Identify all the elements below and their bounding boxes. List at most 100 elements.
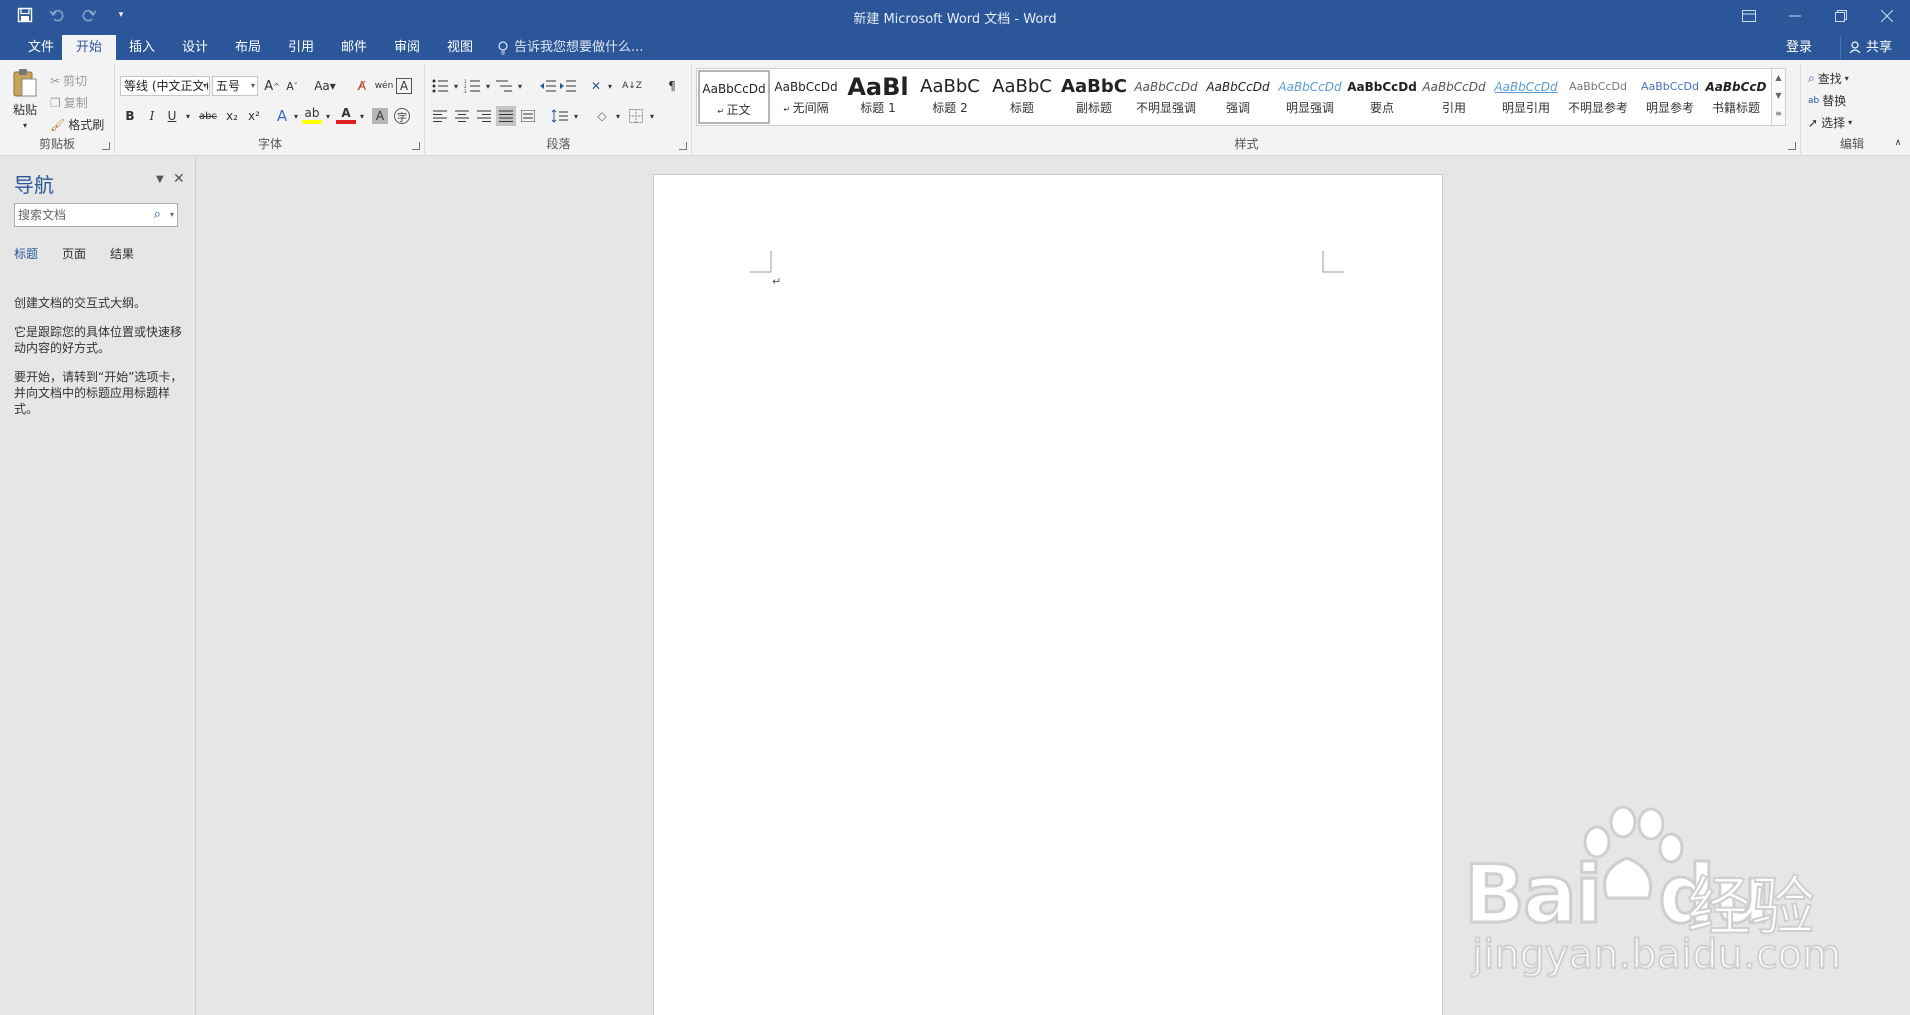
paragraph-launcher-icon[interactable] (679, 142, 687, 150)
italic-button[interactable]: I (142, 106, 162, 126)
chevron-down-icon[interactable]: ▾ (318, 106, 338, 126)
style-quote[interactable]: AaBbCcDd 引用 (1418, 70, 1490, 124)
style-intense-emphasis[interactable]: AaBbCcDd 明显强调 (1274, 70, 1346, 124)
style-emphasis[interactable]: AaBbCcDd 强调 (1202, 70, 1274, 124)
chevron-down-icon[interactable]: ▾ (170, 204, 174, 226)
style-heading-1[interactable]: AaBl 标题 1 (842, 70, 914, 124)
clipboard-label: 剪贴板 (38, 137, 75, 151)
scroll-down-icon[interactable]: ▼ (1772, 87, 1785, 105)
style-sample: AaBbCcDd (1569, 80, 1627, 93)
chevron-down-icon[interactable]: ▾ (510, 76, 530, 96)
tab-home[interactable]: 开始 (62, 35, 117, 60)
character-border-icon[interactable]: A (396, 78, 412, 94)
style-subtitle[interactable]: AaBbC 副标题 (1058, 70, 1130, 124)
paragraph-mark[interactable]: ↵ (772, 275, 781, 288)
style-subtle-reference[interactable]: AaBbCcDd 不明显参考 (1562, 70, 1634, 124)
show-formatting-icon[interactable]: ¶ (662, 76, 682, 96)
chevron-down-icon[interactable]: ▾ (566, 106, 586, 126)
clipboard-launcher-icon[interactable] (102, 142, 110, 150)
change-case-button[interactable]: Aa ▾ (310, 76, 340, 96)
character-shading-icon[interactable]: A (372, 108, 388, 124)
nav-tab-headings[interactable]: 标题 (14, 245, 38, 262)
copy-button[interactable]: ❐ 复制 (50, 94, 88, 111)
chevron-down-icon: ▾ (1844, 74, 1849, 83)
justify-icon[interactable] (496, 106, 516, 126)
font-name-box[interactable]: 等线 (中文正文) ▾ (120, 76, 210, 96)
gallery-more-icon[interactable]: ≡ (1772, 105, 1785, 123)
chevron-down-icon[interactable]: ▼ (156, 174, 164, 185)
minimize-icon[interactable] (1772, 0, 1818, 32)
find-button[interactable]: ⌕ 查找 ▾ (1808, 70, 1849, 87)
collapse-ribbon-icon[interactable]: ∧ (1888, 133, 1908, 153)
nav-search-input[interactable]: 搜索文档 ⌕ ▾ (14, 203, 178, 227)
clipboard-icon (13, 69, 37, 97)
style-strong[interactable]: AaBbCcDd 要点 (1346, 70, 1418, 124)
restore-icon[interactable] (1818, 0, 1864, 32)
superscript-button[interactable]: x² (244, 106, 264, 126)
watermark-brand-1: Bai (1462, 847, 1603, 943)
style-name: 不明显强调 (1135, 101, 1196, 115)
subscript-button[interactable]: x₂ (222, 106, 242, 126)
style-heading-2[interactable]: AaBbC 标题 2 (914, 70, 986, 124)
style-intense-reference[interactable]: AaBbCcDd 明显参考 (1634, 70, 1706, 124)
tab-view[interactable]: 视图 (433, 35, 487, 60)
tab-layout[interactable]: 布局 (221, 35, 275, 60)
clear-formatting-icon[interactable]: A̸ (352, 76, 372, 96)
styles-launcher-icon[interactable] (1788, 142, 1796, 150)
tab-references[interactable]: 引用 (274, 35, 328, 60)
style-no-spacing[interactable]: AaBbCcDd ↵ 无间隔 (770, 70, 842, 124)
nav-tab-pages[interactable]: 页面 (62, 245, 86, 262)
nav-help-1: 创建文档的交互式大纲。 (14, 296, 147, 310)
tab-insert[interactable]: 插入 (115, 35, 169, 60)
strikethrough-button[interactable]: abc (196, 106, 220, 126)
grow-font-icon[interactable]: A ^ (262, 76, 282, 96)
phonetic-guide-icon[interactable]: wén (374, 76, 394, 96)
bold-button[interactable]: B (120, 106, 140, 126)
chevron-down-icon[interactable]: ▾ (608, 106, 628, 126)
gallery-scrollbar[interactable]: ▲ ▼ ≡ (1771, 69, 1785, 125)
align-right-icon[interactable] (474, 106, 494, 126)
cut-button[interactable]: ✂ 剪切 (50, 72, 87, 89)
tell-me-box[interactable]: 告诉我您想要做什么... (498, 35, 643, 60)
search-icon[interactable]: ⌕ (154, 204, 161, 226)
style-title[interactable]: AaBbC 标题 (986, 70, 1058, 124)
share-button[interactable]: 共享 (1839, 36, 1900, 59)
increase-indent-icon[interactable] (558, 76, 578, 96)
baidu-watermark: Bai du 经验 jingyan.baidu.com (1462, 800, 1842, 980)
tab-design[interactable]: 设计 (168, 35, 222, 60)
chevron-down-icon[interactable]: ▾ (642, 106, 662, 126)
align-center-icon[interactable] (452, 106, 472, 126)
document-page[interactable]: ↵ (653, 174, 1443, 1015)
scroll-up-icon[interactable]: ▲ (1772, 69, 1785, 87)
ribbon-display-icon[interactable] (1726, 0, 1772, 32)
style-normal[interactable]: AaBbCcDd ↵ 正文 (698, 70, 770, 124)
login-link[interactable]: 登录 (1786, 35, 1812, 60)
font-size-value: 五号 (216, 79, 241, 93)
tab-mailings[interactable]: 邮件 (327, 35, 381, 60)
shrink-font-icon[interactable]: Aˇ (282, 76, 302, 96)
nav-tab-results[interactable]: 结果 (110, 245, 134, 262)
style-name: 标题 2 (932, 101, 968, 115)
paste-dropdown-icon: ▾ (22, 121, 27, 130)
tab-review[interactable]: 审阅 (380, 35, 434, 60)
chevron-down-icon[interactable]: ▾ (352, 106, 372, 126)
close-icon[interactable] (1864, 0, 1910, 32)
style-subtle-emphasis[interactable]: AaBbCcDd 不明显强调 (1130, 70, 1202, 124)
chevron-down-icon[interactable]: ▾ (600, 76, 620, 96)
font-launcher-icon[interactable] (412, 142, 420, 150)
sort-icon[interactable]: A↓Z (622, 76, 642, 96)
align-left-icon[interactable] (430, 106, 450, 126)
decrease-indent-icon[interactable] (538, 76, 558, 96)
select-button[interactable]: ➚ 选择 ▾ (1808, 114, 1852, 131)
font-size-box[interactable]: 五号 ▾ (212, 76, 258, 96)
underline-dropdown-icon[interactable]: ▾ (178, 106, 198, 126)
style-intense-quote[interactable]: AaBbCcDd 明显引用 (1490, 70, 1562, 124)
paste-button[interactable]: 粘贴 ▾ (10, 68, 40, 130)
format-painter-button[interactable]: 🖌 格式刷 (50, 116, 104, 133)
tab-file[interactable]: 文件 (14, 35, 68, 60)
distributed-icon[interactable] (518, 106, 538, 126)
style-book-title[interactable]: AaBbCcD 书籍标题 (1700, 70, 1772, 124)
enclose-characters-icon[interactable]: 字 (394, 108, 410, 124)
replace-button[interactable]: ab 替换 (1808, 92, 1846, 109)
close-icon[interactable]: ✕ (173, 171, 185, 187)
